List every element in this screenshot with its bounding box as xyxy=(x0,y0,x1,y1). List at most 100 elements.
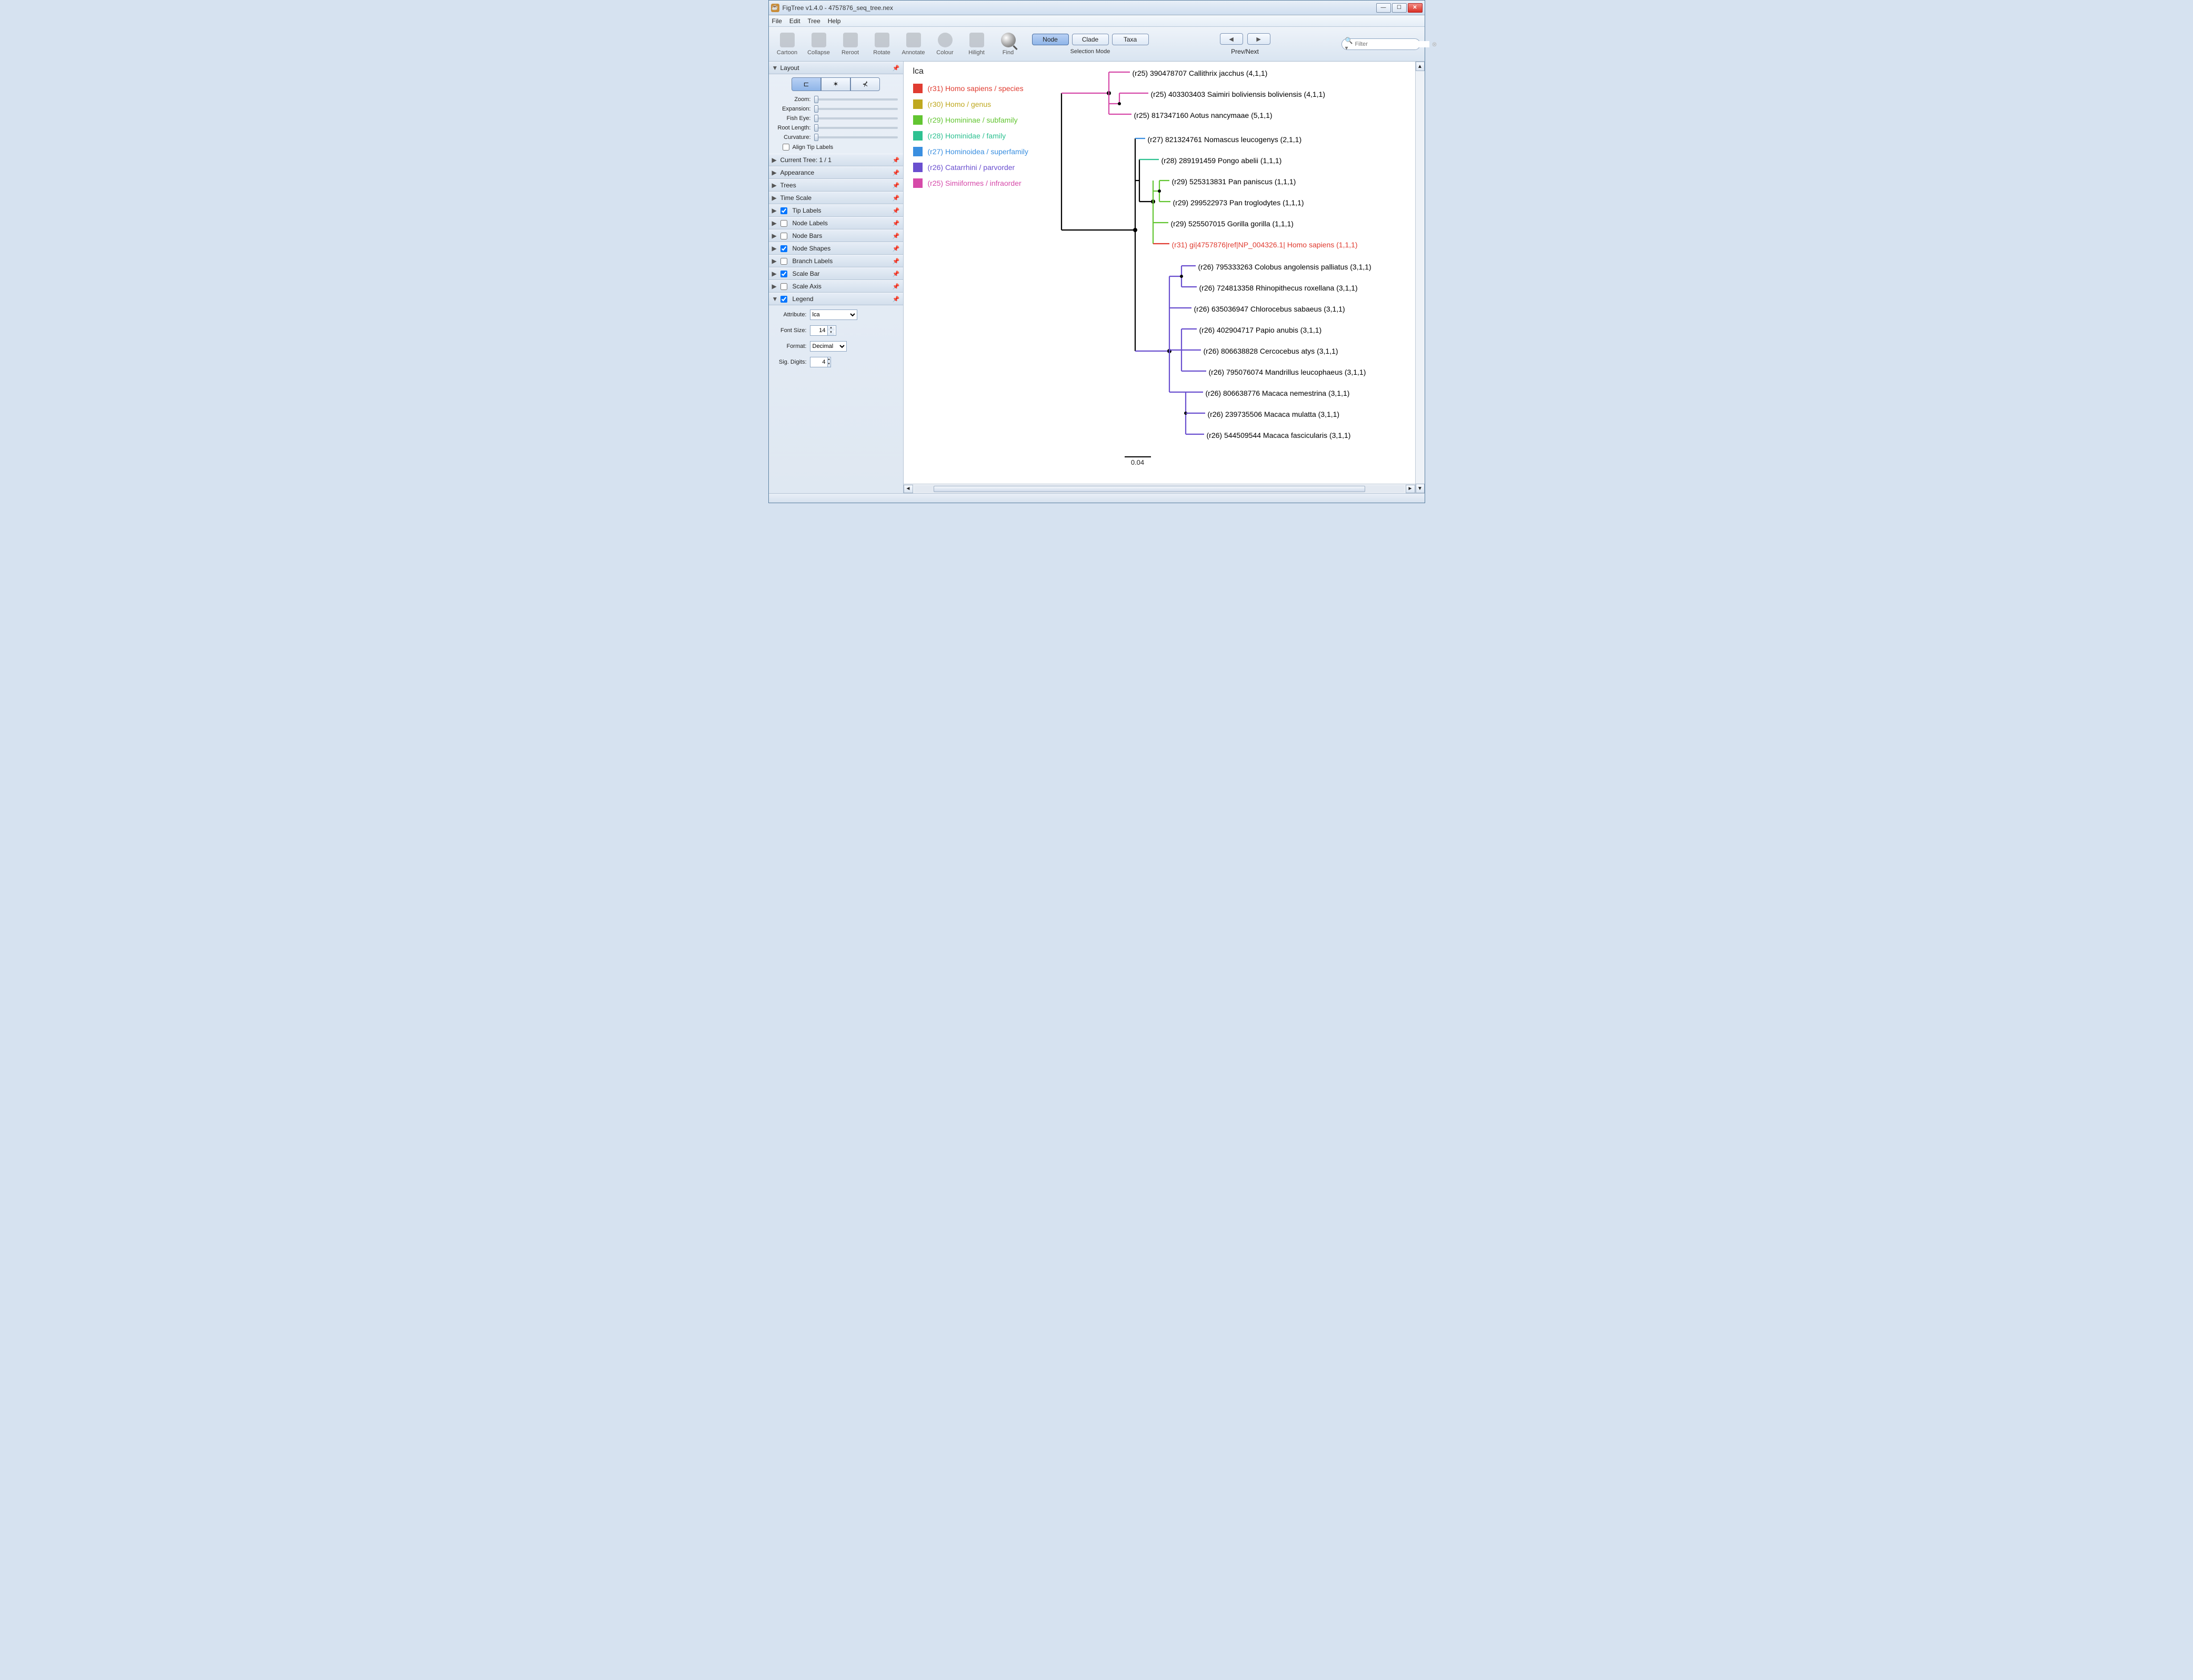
tip-label[interactable]: (r31) gi|4757876|ref|NP_004326.1| Homo s… xyxy=(1172,241,1358,249)
tool-cartoon[interactable]: Cartoon xyxy=(773,29,802,59)
mode-node-button[interactable]: Node xyxy=(1032,34,1069,45)
pin-icon[interactable]: 📌 xyxy=(893,245,900,252)
tip-label[interactable]: (r29) 525507015 Gorilla gorilla (1,1,1) xyxy=(1171,219,1294,228)
panel-scale-bar-header[interactable]: ▶Scale Bar📌 xyxy=(769,267,903,280)
filter-input[interactable] xyxy=(1355,41,1429,47)
panel-checkbox[interactable] xyxy=(780,245,787,252)
tip-label[interactable]: (r26) 806638776 Macaca nemestrina (3,1,1… xyxy=(1206,389,1350,397)
disclosure-triangle-icon: ▼ xyxy=(772,295,777,303)
tool-rotate[interactable]: Rotate xyxy=(868,29,896,59)
sigdigits-spinner[interactable]: ▴▾ xyxy=(810,357,831,367)
tip-label[interactable]: (r29) 525313831 Pan paniscus (1,1,1) xyxy=(1172,177,1296,186)
mode-clade-button[interactable]: Clade xyxy=(1072,34,1109,45)
tool-collapse[interactable]: Collapse xyxy=(805,29,833,59)
layout-rectangular-button[interactable]: ⊏ xyxy=(792,77,821,91)
zoom-slider[interactable] xyxy=(814,98,898,101)
next-button[interactable]: ► xyxy=(1247,33,1270,45)
panel-legend-header[interactable]: ▼ Legend 📌 xyxy=(769,293,903,305)
panel-checkbox[interactable] xyxy=(780,283,787,290)
panel-branch-labels-header[interactable]: ▶Branch Labels📌 xyxy=(769,255,903,267)
tool-colour[interactable]: Colour xyxy=(931,29,959,59)
align-tip-checkbox[interactable] xyxy=(783,144,789,151)
legend-checkbox[interactable] xyxy=(780,296,787,303)
tip-label[interactable]: (r26) 544509544 Macaca fascicularis (3,1… xyxy=(1207,431,1351,439)
pin-icon[interactable]: 📌 xyxy=(893,169,900,176)
tip-label[interactable]: (r29) 299522973 Pan troglodytes (1,1,1) xyxy=(1173,198,1304,207)
menu-file[interactable]: File xyxy=(772,17,782,25)
tip-label[interactable]: (r25) 390478707 Callithrix jacchus (4,1,… xyxy=(1133,69,1268,77)
window-title: FigTree v1.4.0 - 4757876_seq_tree.nex xyxy=(783,4,1376,12)
tip-label[interactable]: (r26) 402904717 Papio anubis (3,1,1) xyxy=(1199,326,1322,334)
tip-label[interactable]: (r26) 795333263 Colobus angolensis palli… xyxy=(1198,263,1371,271)
tip-label[interactable]: (r26) 795076074 Mandrillus leucophaeus (… xyxy=(1209,368,1366,376)
scroll-up-arrow[interactable]: ▲ xyxy=(1416,62,1425,71)
pin-icon[interactable]: 📌 xyxy=(893,233,900,239)
minimize-button[interactable]: — xyxy=(1376,3,1391,13)
panel-appearance-header[interactable]: ▶Appearance📌 xyxy=(769,166,903,179)
panel-layout-header[interactable]: ▼ Layout 📌 xyxy=(769,62,903,74)
horizontal-scrollbar[interactable]: ◄ ► xyxy=(904,484,1415,493)
close-button[interactable]: ✕ xyxy=(1408,3,1423,13)
pin-icon[interactable]: 📌 xyxy=(893,220,900,227)
panel-node-labels-header[interactable]: ▶Node Labels📌 xyxy=(769,217,903,229)
panel-checkbox[interactable] xyxy=(780,258,787,265)
panel-trees-header[interactable]: ▶Trees📌 xyxy=(769,179,903,192)
maximize-button[interactable]: ☐ xyxy=(1392,3,1407,13)
tip-label[interactable]: (r26) 724813358 Rhinopithecus roxellana … xyxy=(1199,284,1358,292)
panel-time-scale-header[interactable]: ▶Time Scale📌 xyxy=(769,192,903,204)
mode-taxa-button[interactable]: Taxa xyxy=(1112,34,1149,45)
pin-icon[interactable]: 📌 xyxy=(893,207,900,214)
panel-node-shapes-header[interactable]: ▶Node Shapes📌 xyxy=(769,242,903,255)
panel-node-bars-header[interactable]: ▶Node Bars📌 xyxy=(769,229,903,242)
pin-icon[interactable]: 📌 xyxy=(893,182,900,189)
fisheye-slider[interactable] xyxy=(814,117,898,119)
pin-icon[interactable]: 📌 xyxy=(893,195,900,202)
scroll-down-arrow[interactable]: ▼ xyxy=(1416,484,1425,493)
tip-label[interactable]: (r26) 635036947 Chlorocebus sabaeus (3,1… xyxy=(1194,305,1345,313)
curvature-slider[interactable] xyxy=(814,136,898,138)
tip-label[interactable]: (r28) 289191459 Pongo abelii (1,1,1) xyxy=(1161,156,1282,165)
menu-tree[interactable]: Tree xyxy=(808,17,820,25)
prev-button[interactable]: ◄ xyxy=(1220,33,1243,45)
panel-checkbox[interactable] xyxy=(780,233,787,239)
tip-label[interactable]: (r26) 239735506 Macaca mulatta (3,1,1) xyxy=(1208,410,1340,418)
tree-canvas[interactable]: lca (r31) Homo sapiens / species(r30) Ho… xyxy=(904,62,1415,493)
panel-current-tree-1-1-header[interactable]: ▶Current Tree: 1 / 1📌 xyxy=(769,154,903,166)
tip-label[interactable]: (r25) 403303403 Saimiri boliviensis boli… xyxy=(1151,90,1326,98)
panel-tip-labels-header[interactable]: ▶Tip Labels📌 xyxy=(769,204,903,217)
format-select[interactable]: Decimal xyxy=(810,341,847,352)
rootlength-slider[interactable] xyxy=(814,127,898,129)
tool-hilight[interactable]: Hilight xyxy=(963,29,991,59)
tool-reroot[interactable]: Reroot xyxy=(836,29,865,59)
pin-icon[interactable]: 📌 xyxy=(893,271,900,277)
vertical-scrollbar[interactable]: ▲ ▼ xyxy=(1415,62,1425,493)
panel-title: Scale Axis xyxy=(793,283,822,290)
scroll-right-arrow[interactable]: ► xyxy=(1406,485,1415,493)
panel-scale-axis-header[interactable]: ▶Scale Axis📌 xyxy=(769,280,903,293)
layout-polar-button[interactable]: ✶ xyxy=(821,77,850,91)
tool-find[interactable]: Find xyxy=(994,29,1023,59)
fontsize-spinner[interactable]: ▴▾ xyxy=(810,325,836,336)
pin-icon[interactable]: 📌 xyxy=(893,65,900,72)
hscroll-thumb[interactable] xyxy=(934,486,1365,492)
menu-help[interactable]: Help xyxy=(828,17,841,25)
expansion-slider[interactable] xyxy=(814,108,898,110)
filter-box[interactable]: 🔍▾ ⊗ xyxy=(1341,38,1420,50)
panel-checkbox[interactable] xyxy=(780,207,787,214)
pin-icon[interactable]: 📌 xyxy=(893,283,900,290)
clear-filter-icon[interactable]: ⊗ xyxy=(1431,41,1437,48)
panel-title: Tip Labels xyxy=(793,207,822,214)
tip-label[interactable]: (r27) 821324761 Nomascus leucogenys (2,1… xyxy=(1148,135,1302,144)
panel-checkbox[interactable] xyxy=(780,271,787,277)
scroll-left-arrow[interactable]: ◄ xyxy=(904,485,913,493)
tip-label[interactable]: (r26) 806638828 Cercocebus atys (3,1,1) xyxy=(1204,347,1338,355)
panel-checkbox[interactable] xyxy=(780,220,787,227)
pin-icon[interactable]: 📌 xyxy=(893,296,900,303)
pin-icon[interactable]: 📌 xyxy=(893,157,900,164)
attribute-select[interactable]: lca xyxy=(810,309,857,320)
menu-edit[interactable]: Edit xyxy=(789,17,800,25)
layout-radial-button[interactable]: ⊀ xyxy=(850,77,880,91)
pin-icon[interactable]: 📌 xyxy=(893,258,900,265)
tip-label[interactable]: (r25) 817347160 Aotus nancymaae (5,1,1) xyxy=(1134,111,1273,119)
tool-annotate[interactable]: Annotate xyxy=(899,29,928,59)
